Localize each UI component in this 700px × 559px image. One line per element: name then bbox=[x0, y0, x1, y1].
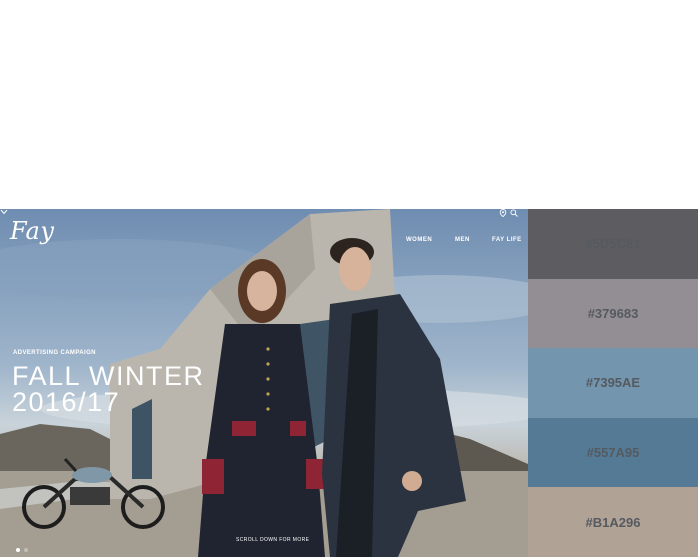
campaign-headline: FALL WINTER 2016/17 bbox=[12, 361, 205, 417]
color-swatch: #5D5C61 bbox=[528, 209, 698, 279]
swatch-hex-label: #5D5C61 bbox=[585, 236, 641, 252]
swatch-hex-label: #B1A296 bbox=[585, 514, 641, 530]
color-swatch: #557A95 bbox=[528, 417, 698, 488]
color-palette: #5D5C61 #379683 #7395AE #557A95 #B1A296 bbox=[528, 209, 698, 557]
headline-line-2: 2016/17 bbox=[12, 387, 121, 417]
location-pin-icon[interactable] bbox=[499, 209, 507, 217]
slide-dot-2[interactable] bbox=[24, 548, 28, 552]
chevron-down-icon[interactable] bbox=[0, 209, 8, 215]
slide-dots bbox=[16, 539, 32, 557]
campaign-kicker: ADVERTISING CAMPAIGN bbox=[13, 350, 96, 356]
slide-dot-1[interactable] bbox=[16, 548, 20, 552]
swatch-hex-label: #557A95 bbox=[586, 445, 640, 461]
hero-banner: Fay WOMEN MEN FAY LIFE ADVERTISING CAMPA… bbox=[0, 209, 528, 557]
nav-item-women[interactable]: WOMEN bbox=[406, 237, 432, 243]
scroll-down-link[interactable]: SCROLL DOWN FOR MORE bbox=[236, 537, 309, 543]
headline-line-1: FALL WINTER bbox=[12, 361, 205, 391]
swatch-hex-label: #7395AE bbox=[585, 375, 641, 391]
search-icon[interactable] bbox=[510, 209, 518, 217]
brand-logo[interactable]: Fay bbox=[10, 217, 54, 245]
color-swatch: #7395AE bbox=[528, 348, 698, 418]
color-swatch: #B1A296 bbox=[528, 487, 698, 557]
nav-item-men[interactable]: MEN bbox=[455, 237, 470, 243]
swatch-hex-label: #379683 bbox=[587, 305, 639, 321]
color-swatch: #379683 bbox=[528, 278, 698, 349]
nav-item-fay-life[interactable]: FAY LIFE bbox=[492, 237, 522, 243]
